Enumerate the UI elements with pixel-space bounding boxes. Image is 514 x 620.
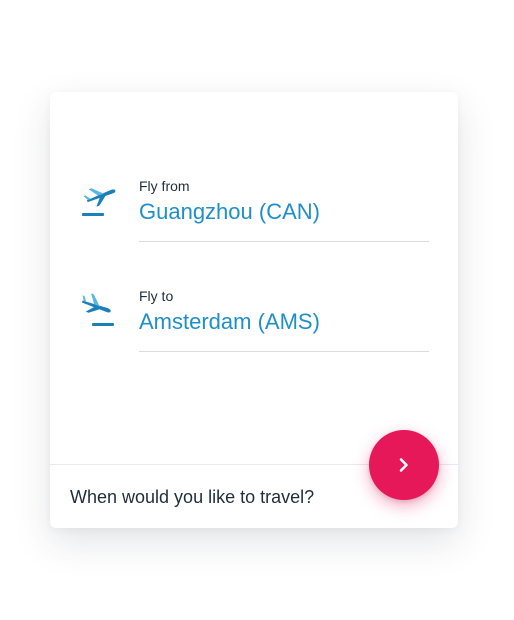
travel-date-prompt[interactable]: When would you like to travel?: [70, 486, 314, 508]
fly-from-label: Fly from: [139, 178, 190, 194]
flight-search-card: Fly from Guangzhou (CAN) Fly to Amsterda…: [50, 92, 458, 528]
next-button[interactable]: [369, 430, 439, 500]
fly-from-field[interactable]: Fly from Guangzhou (CAN): [139, 172, 429, 242]
fly-to-value[interactable]: Amsterdam (AMS): [139, 309, 320, 335]
fly-to-label: Fly to: [139, 288, 174, 304]
chevron-right-icon: [396, 457, 412, 473]
fly-to-row: Fly to Amsterdam (AMS): [50, 282, 458, 362]
fly-from-value[interactable]: Guangzhou (CAN): [139, 199, 320, 225]
fly-from-row: Fly from Guangzhou (CAN): [50, 172, 458, 252]
fly-to-field[interactable]: Fly to Amsterdam (AMS): [139, 282, 429, 352]
plane-arrival-icon: [78, 292, 118, 332]
plane-departure-icon: [78, 182, 118, 222]
page: Fly from Guangzhou (CAN) Fly to Amsterda…: [0, 0, 514, 620]
